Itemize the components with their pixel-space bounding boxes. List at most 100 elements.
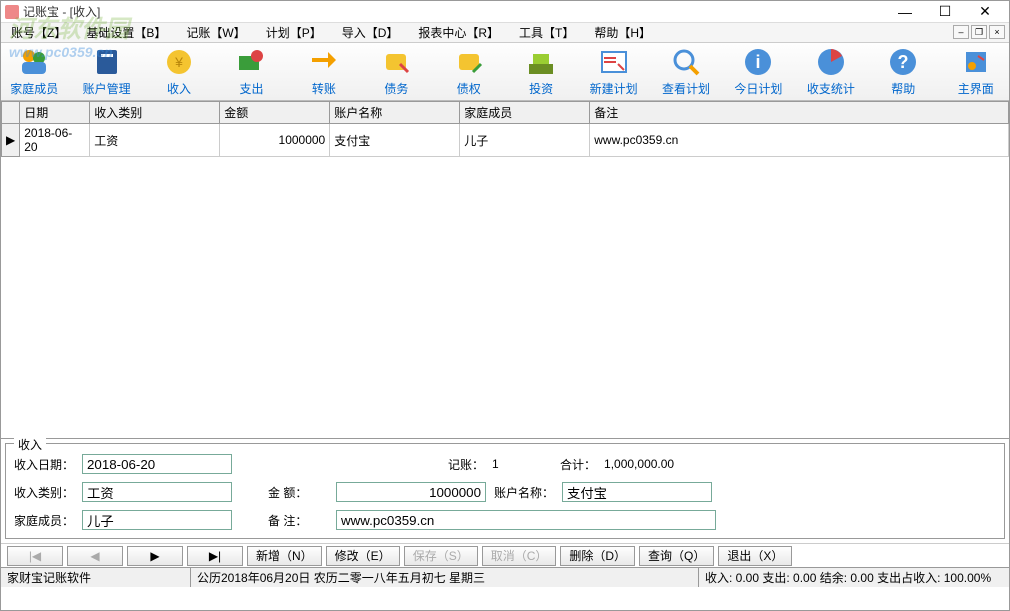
label-total: 合计： [560, 456, 596, 473]
detail-panel: 收入 收入日期： 记账： 1 合计： 1,000,000.00 收入类别： 金 … [5, 443, 1005, 539]
col-category[interactable]: 收入类别 [90, 102, 220, 124]
delete-button[interactable]: 删除（D） [560, 546, 635, 566]
menu-basic[interactable]: 基础设置【B】 [82, 24, 170, 41]
query-button[interactable]: 查询（Q） [639, 546, 714, 566]
toolbar-todayplan-label: 今日计划 [734, 80, 782, 97]
input-date[interactable] [82, 454, 232, 474]
titlebar: 记账宝 - [收入] — ☐ ✕ [1, 1, 1009, 23]
toolbar-account-label: 账户管理 [83, 80, 131, 97]
cell-date[interactable]: 2018-06-20 [20, 124, 90, 157]
menu-help[interactable]: 帮助【H】 [590, 24, 655, 41]
maximize-button[interactable]: ☐ [925, 2, 965, 22]
menu-record[interactable]: 记账【W】 [182, 24, 249, 41]
menu-plan[interactable]: 计划【P】 [262, 24, 326, 41]
toolbar-invest-label: 投资 [529, 80, 553, 97]
toolbar-newplan-label: 新建计划 [590, 80, 638, 97]
toolbar-transfer-label: 转账 [312, 80, 336, 97]
label-remark: 备 注： [268, 512, 328, 529]
toolbar-todayplan[interactable]: i 今日计划 [733, 46, 783, 97]
svg-text:i: i [756, 52, 761, 72]
toolbar-stats[interactable]: 收支统计 [806, 46, 856, 97]
menubar: 账号【Z】 基础设置【B】 记账【W】 计划【P】 导入【D】 报表中心【R】 … [1, 23, 1009, 43]
edit-button[interactable]: 修改（E） [326, 546, 400, 566]
toolbar-credit-label: 债权 [457, 80, 481, 97]
svg-text:¥: ¥ [174, 54, 183, 70]
input-category[interactable] [82, 482, 232, 502]
toolbar: 家庭成员 账户管理 ¥ 收入 支出 转账 债务 债权 投资 新建计划 查看计划 i… [1, 43, 1009, 101]
toolbar-viewplan[interactable]: 查看计划 [661, 46, 711, 97]
mdi-close-icon[interactable]: × [989, 25, 1005, 39]
toolbar-help-label: 帮助 [891, 80, 915, 97]
menu-import[interactable]: 导入【D】 [338, 24, 403, 41]
toolbar-debt[interactable]: 债务 [371, 46, 421, 97]
toolbar-member-label: 家庭成员 [10, 80, 58, 97]
col-date[interactable]: 日期 [20, 102, 90, 124]
toolbar-invest[interactable]: 投资 [516, 46, 566, 97]
toolbar-newplan[interactable]: 新建计划 [588, 46, 638, 97]
value-total: 1,000,000.00 [604, 457, 674, 471]
toolbar-transfer[interactable]: 转账 [299, 46, 349, 97]
menu-tools[interactable]: 工具【T】 [515, 24, 578, 41]
mdi-restore-icon[interactable]: ❐ [971, 25, 987, 39]
col-remark[interactable]: 备注 [590, 102, 1009, 124]
grid-corner [2, 102, 20, 124]
row-indicator-icon: ▶ [2, 124, 20, 157]
toolbar-income-label: 收入 [167, 80, 191, 97]
exit-button[interactable]: 退出（X） [718, 546, 792, 566]
nav-last-button[interactable]: ▶| [187, 546, 243, 566]
cell-account[interactable]: 支付宝 [330, 124, 460, 157]
toolbar-stats-label: 收支统计 [807, 80, 855, 97]
label-count: 记账： [448, 456, 484, 473]
cell-remark[interactable]: www.pc0359.cn [590, 124, 1009, 157]
minimize-button[interactable]: — [885, 2, 925, 22]
svg-text:?: ? [898, 52, 909, 72]
label-member: 家庭成员： [14, 512, 74, 529]
mdi-controls: – ❐ × [953, 25, 1005, 39]
toolbar-help[interactable]: ? 帮助 [878, 46, 928, 97]
value-count: 1 [492, 457, 552, 471]
detail-legend: 收入 [14, 436, 46, 453]
cancel-button[interactable]: 取消（C） [482, 546, 557, 566]
table-row[interactable]: ▶ 2018-06-20 工资 1000000 支付宝 儿子 www.pc035… [2, 124, 1009, 157]
input-amount[interactable] [336, 482, 486, 502]
toolbar-home-label: 主界面 [958, 80, 994, 97]
cell-member[interactable]: 儿子 [460, 124, 590, 157]
toolbar-credit[interactable]: 债权 [444, 46, 494, 97]
toolbar-viewplan-label: 查看计划 [662, 80, 710, 97]
col-member[interactable]: 家庭成员 [460, 102, 590, 124]
label-date: 收入日期： [14, 456, 74, 473]
nav-prev-button[interactable]: ◀ [67, 546, 123, 566]
toolbar-home[interactable]: 主界面 [950, 46, 1000, 97]
input-remark[interactable] [336, 510, 716, 530]
toolbar-expense[interactable]: 支出 [226, 46, 276, 97]
label-account: 账户名称： [494, 484, 554, 501]
toolbar-debt-label: 债务 [384, 80, 408, 97]
toolbar-income[interactable]: ¥ 收入 [154, 46, 204, 97]
add-button[interactable]: 新增（N） [247, 546, 322, 566]
save-button[interactable]: 保存（S） [404, 546, 478, 566]
col-account[interactable]: 账户名称 [330, 102, 460, 124]
window-title: 记账宝 - [收入] [23, 3, 885, 20]
nav-first-button[interactable]: |◀ [7, 546, 63, 566]
cell-amount[interactable]: 1000000 [220, 124, 330, 157]
app-icon [5, 5, 19, 19]
statusbar: 家财宝记账软件 公历2018年06月20日 农历二零一八年五月初七 星期三 收入… [1, 567, 1009, 587]
cell-category[interactable]: 工资 [90, 124, 220, 157]
menu-report[interactable]: 报表中心【R】 [414, 24, 503, 41]
label-category: 收入类别： [14, 484, 74, 501]
toolbar-account[interactable]: 账户管理 [81, 46, 131, 97]
toolbar-expense-label: 支出 [239, 80, 263, 97]
close-button[interactable]: ✕ [965, 2, 1005, 22]
nav-next-button[interactable]: ▶ [127, 546, 183, 566]
status-summary: 收入: 0.00 支出: 0.00 结余: 0.00 支出占收入: 100.00… [699, 568, 1009, 587]
input-account[interactable] [562, 482, 712, 502]
label-amount: 金 额： [268, 484, 328, 501]
navigator-bar: |◀ ◀ ▶ ▶| 新增（N） 修改（E） 保存（S） 取消（C） 删除（D） … [1, 543, 1009, 567]
menu-account[interactable]: 账号【Z】 [7, 24, 70, 41]
input-member[interactable] [82, 510, 232, 530]
data-grid[interactable]: 日期 收入类别 金额 账户名称 家庭成员 备注 ▶ 2018-06-20 工资 … [1, 101, 1009, 439]
col-amount[interactable]: 金额 [220, 102, 330, 124]
toolbar-member[interactable]: 家庭成员 [9, 46, 59, 97]
mdi-minimize-icon[interactable]: – [953, 25, 969, 39]
status-date: 公历2018年06月20日 农历二零一八年五月初七 星期三 [191, 568, 699, 587]
